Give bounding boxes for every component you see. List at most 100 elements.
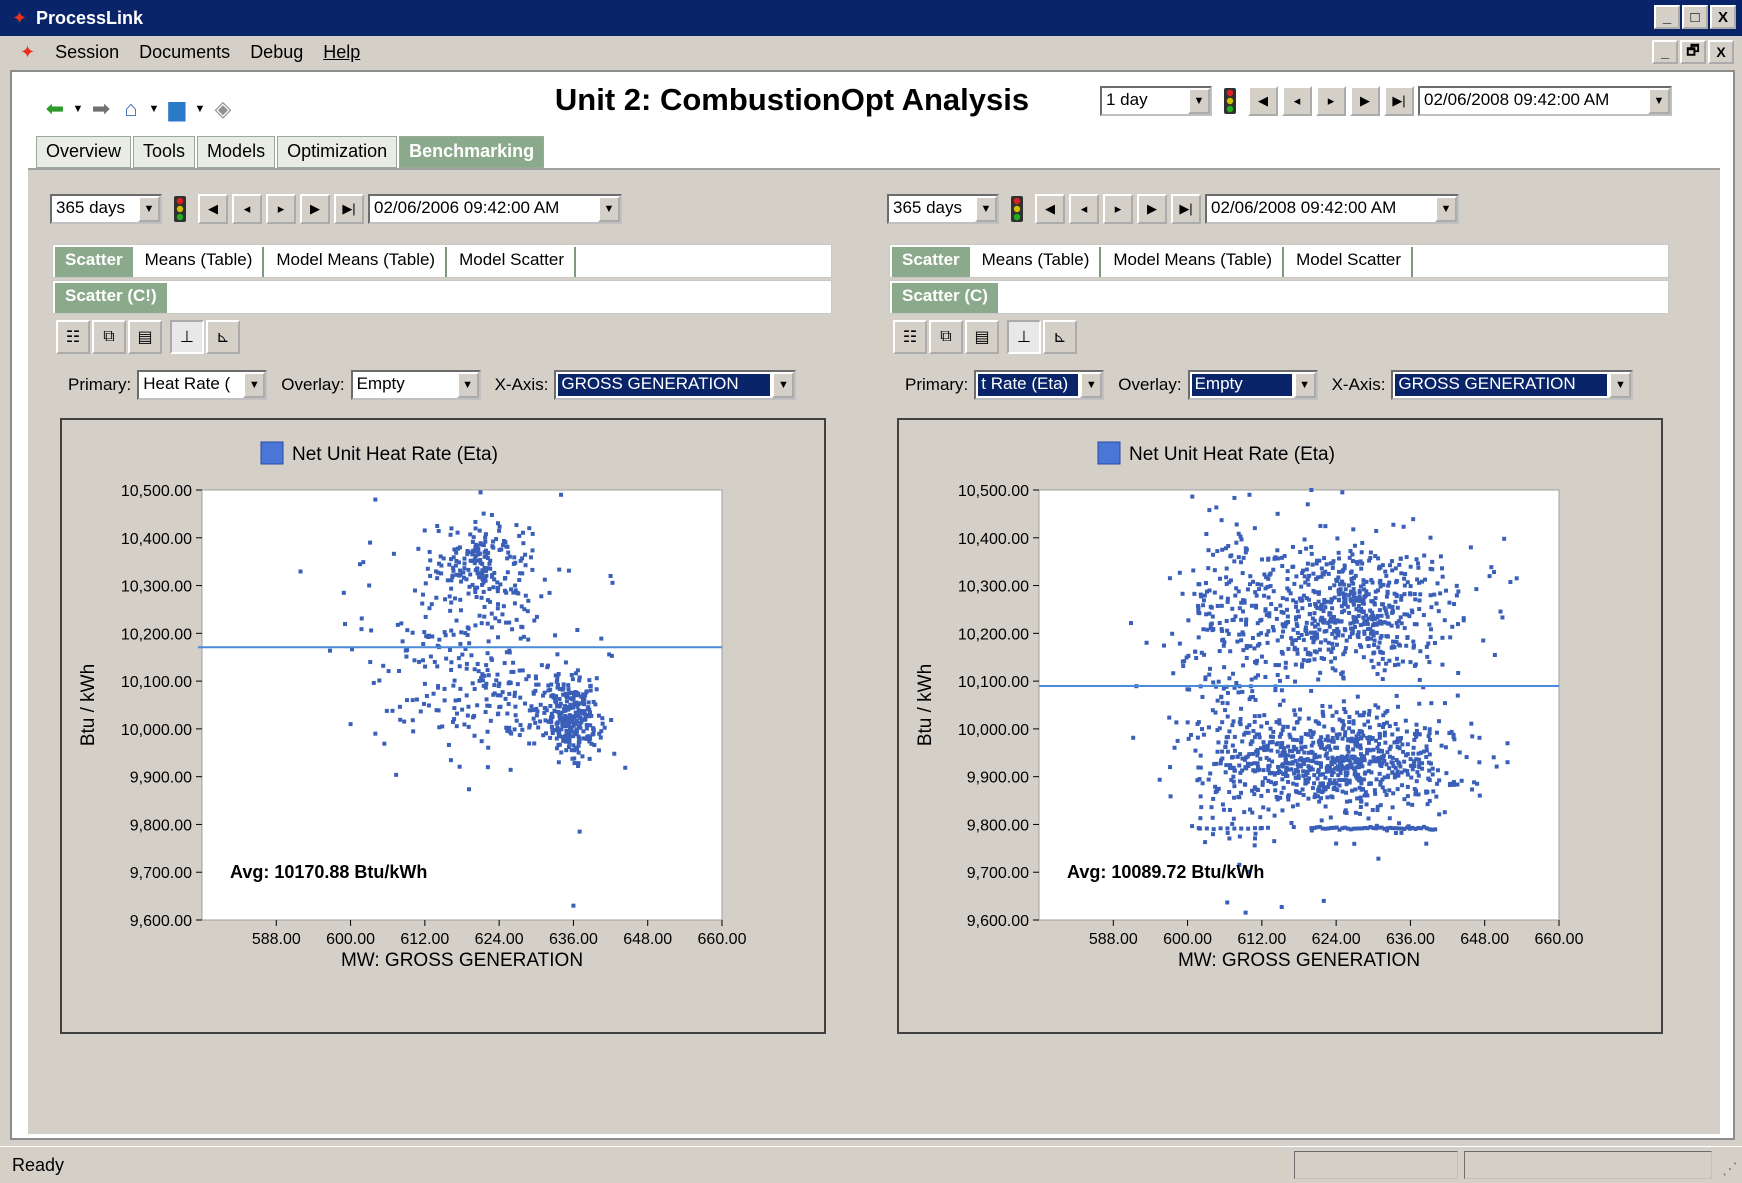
next-step-button[interactable]: ▸ (1103, 194, 1133, 224)
menu-debug[interactable]: Debug (250, 42, 303, 63)
primary-select[interactable]: t Rate (Eta) ▼ (974, 370, 1105, 400)
chart-dropdown-icon[interactable]: ▼ (194, 103, 206, 115)
home-dropdown-icon[interactable]: ▼ (148, 103, 160, 115)
data-point (1310, 732, 1315, 737)
close-button[interactable]: X (1710, 5, 1736, 29)
tab-optimization[interactable]: Optimization (277, 136, 398, 168)
panel-period-select[interactable]: 365 days ▼ (50, 194, 162, 224)
traffic-light-icon[interactable] (1216, 86, 1244, 116)
back-dropdown-icon[interactable]: ▼ (72, 103, 84, 115)
menu-help[interactable]: Help (323, 42, 360, 63)
data-point (1246, 826, 1251, 831)
chevron-down-icon[interactable]: ▼ (1435, 196, 1457, 222)
plot-area (1038, 489, 1560, 921)
print-icon[interactable]: ▤ (128, 320, 162, 354)
data-point (1332, 656, 1337, 661)
prev-step-button[interactable]: ◂ (1282, 86, 1312, 116)
data-point (432, 659, 437, 664)
mdi-close-button[interactable]: X (1708, 40, 1734, 64)
data-point (1374, 715, 1379, 720)
next-step-button[interactable]: ▸ (266, 194, 296, 224)
maximize-button[interactable]: □ (1682, 5, 1708, 29)
menu-session[interactable]: Session (55, 42, 119, 63)
subtab-means-table[interactable]: Means (Table) (971, 247, 1102, 277)
resize-grip-icon[interactable]: ⋰ (1722, 1159, 1738, 1179)
last-page-button[interactable]: ▶| (1171, 194, 1201, 224)
chevron-down-icon[interactable]: ▼ (1293, 372, 1316, 398)
prev-step-button[interactable]: ◂ (1069, 194, 1099, 224)
chevron-down-icon[interactable]: ▼ (456, 372, 479, 398)
mdi-minimize-button[interactable]: _ (1652, 40, 1678, 64)
subtab-scatter[interactable]: Scatter (892, 247, 970, 277)
first-page-button[interactable]: ◀ (1035, 194, 1065, 224)
first-page-button[interactable]: ◀ (198, 194, 228, 224)
chart-icon[interactable]: ▆ (164, 96, 190, 122)
next-page-button[interactable]: ▶ (1350, 86, 1380, 116)
print-icon[interactable]: ▤ (965, 320, 999, 354)
tab-tools[interactable]: Tools (133, 136, 196, 168)
prev-step-button[interactable]: ◂ (232, 194, 262, 224)
subtab-scatter-c[interactable]: Scatter (C) (892, 283, 998, 313)
minimize-button[interactable]: _ (1654, 5, 1680, 29)
package-icon[interactable]: ◈ (210, 96, 236, 122)
period-select[interactable]: 1 day ▼ (1100, 86, 1212, 116)
primary-select[interactable]: Heat Rate ( ▼ (137, 370, 268, 400)
traffic-light-icon[interactable] (1003, 194, 1031, 224)
properties-icon[interactable]: ☷ (56, 320, 90, 354)
y-tick-label: 10,400.00 (121, 531, 192, 548)
chevron-down-icon[interactable]: ▼ (772, 372, 795, 398)
data-point (1344, 790, 1349, 795)
data-point (488, 718, 493, 723)
subtab-means-table[interactable]: Means (Table) (134, 247, 265, 277)
subtab-model-means-table[interactable]: Model Means (Table) (266, 247, 448, 277)
back-arrow-icon[interactable]: ⬅ (42, 96, 68, 122)
chevron-down-icon[interactable]: ▼ (598, 196, 620, 222)
data-point (1350, 559, 1355, 564)
chevron-down-icon[interactable]: ▼ (1648, 88, 1670, 114)
chevron-down-icon[interactable]: ▼ (1188, 88, 1210, 114)
next-page-button[interactable]: ▶ (1137, 194, 1167, 224)
data-point (1324, 769, 1329, 774)
copy-icon[interactable]: ⧉ (929, 320, 963, 354)
chevron-down-icon[interactable]: ▼ (975, 196, 997, 222)
data-point (1344, 638, 1349, 643)
tab-overview[interactable]: Overview (36, 136, 132, 168)
subtab-scatter[interactable]: Scatter (55, 247, 133, 277)
axis-log-icon[interactable]: ⊾ (1043, 320, 1077, 354)
overlay-select[interactable]: Empty ▼ (1187, 370, 1318, 400)
axis-linear-icon[interactable]: ⊥ (1007, 320, 1041, 354)
tab-models[interactable]: Models (197, 136, 276, 168)
properties-icon[interactable]: ☷ (893, 320, 927, 354)
forward-arrow-icon[interactable]: ➡ (88, 96, 114, 122)
traffic-light-icon[interactable] (166, 194, 194, 224)
panel-period-select[interactable]: 365 days ▼ (887, 194, 999, 224)
first-page-button[interactable]: ◀ (1248, 86, 1278, 116)
xaxis-select[interactable]: GROSS GENERATION ▼ (1391, 370, 1634, 400)
tab-benchmarking[interactable]: Benchmarking (399, 136, 545, 168)
copy-icon[interactable]: ⧉ (92, 320, 126, 354)
last-page-button[interactable]: ▶| (1384, 86, 1414, 116)
chevron-down-icon[interactable]: ▼ (1080, 372, 1103, 398)
subtab-scatter-c[interactable]: Scatter (C!) (55, 283, 167, 313)
chevron-down-icon[interactable]: ▼ (1609, 372, 1632, 398)
next-page-button[interactable]: ▶ (300, 194, 330, 224)
last-page-button[interactable]: ▶| (334, 194, 364, 224)
axis-linear-icon[interactable]: ⊥ (170, 320, 204, 354)
menu-documents[interactable]: Documents (139, 42, 230, 63)
datetime-select[interactable]: 02/06/2008 09:42:00 AM ▼ (1418, 86, 1672, 116)
panel-datetime-select[interactable]: 02/06/2008 09:42:00 AM ▼ (1205, 194, 1459, 224)
subtab-model-scatter[interactable]: Model Scatter (1286, 247, 1413, 277)
mdi-restore-button[interactable]: 🗗 (1680, 40, 1706, 64)
data-point (1491, 570, 1496, 575)
axis-log-icon[interactable]: ⊾ (206, 320, 240, 354)
panel-datetime-select[interactable]: 02/06/2006 09:42:00 AM ▼ (368, 194, 622, 224)
chevron-down-icon[interactable]: ▼ (138, 196, 160, 222)
chevron-down-icon[interactable]: ▼ (243, 372, 266, 398)
subtab-model-scatter[interactable]: Model Scatter (449, 247, 576, 277)
xaxis-select[interactable]: GROSS GENERATION ▼ (554, 370, 797, 400)
subtab-model-means-table[interactable]: Model Means (Table) (1103, 247, 1285, 277)
next-step-button[interactable]: ▸ (1316, 86, 1346, 116)
document-icon[interactable]: ✦ (20, 42, 35, 63)
overlay-select[interactable]: Empty ▼ (350, 370, 481, 400)
home-icon[interactable]: ⌂ (118, 96, 144, 122)
